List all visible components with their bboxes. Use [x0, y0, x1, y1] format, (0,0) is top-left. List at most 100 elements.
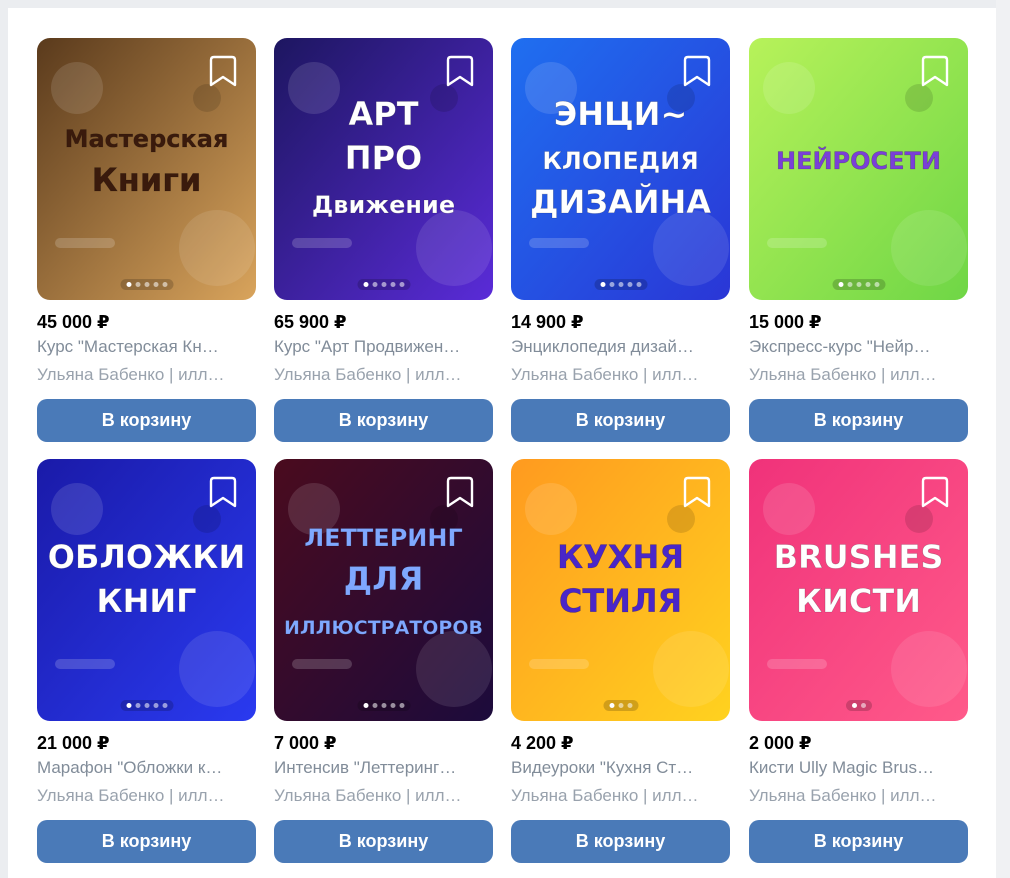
bookmark-icon[interactable]	[920, 475, 950, 509]
product-title[interactable]: Видеуроки "Кухня Ст…	[511, 754, 730, 782]
add-to-cart-button[interactable]: В корзину	[274, 820, 493, 863]
svg-text:ДИЗАЙНА: ДИЗАЙНА	[530, 183, 711, 221]
product-title[interactable]: Курс "Арт Продвижен…	[274, 333, 493, 361]
product-image[interactable]: BRUSHES КИСТИ	[749, 459, 968, 721]
carousel-dot[interactable]	[390, 282, 395, 287]
product-title[interactable]: Интенсив "Леттеринг…	[274, 754, 493, 782]
carousel-dot[interactable]	[874, 282, 879, 287]
product-image[interactable]: АРТ ПРО Движение	[274, 38, 493, 300]
carousel-dot[interactable]	[636, 282, 641, 287]
product-image[interactable]: Мастерская Книги	[37, 38, 256, 300]
carousel-dots[interactable]	[832, 279, 885, 290]
carousel-dot[interactable]	[627, 703, 632, 708]
carousel-dot[interactable]	[390, 703, 395, 708]
carousel-dots[interactable]	[120, 700, 173, 711]
product-seller[interactable]: Ульяна Бабенко | илл…	[274, 361, 493, 389]
product-title[interactable]: Курс "Мастерская Кн…	[37, 333, 256, 361]
carousel-dot[interactable]	[618, 703, 623, 708]
add-to-cart-button[interactable]: В корзину	[274, 399, 493, 442]
carousel-dot[interactable]	[126, 282, 131, 287]
carousel-dots[interactable]	[357, 700, 410, 711]
carousel-dot[interactable]	[144, 703, 149, 708]
bookmark-icon[interactable]	[208, 54, 238, 88]
carousel-dots[interactable]	[845, 700, 872, 711]
product-seller[interactable]: Ульяна Бабенко | илл…	[37, 361, 256, 389]
product-price: 4 200 ₽	[511, 733, 574, 753]
carousel-dot[interactable]	[372, 703, 377, 708]
product-title[interactable]: Экспресс-курс "Нейр…	[749, 333, 968, 361]
product-seller[interactable]: Ульяна Бабенко | илл…	[37, 782, 256, 810]
product-card[interactable]: BRUSHES КИСТИ 2 000 ₽ Кисти Ully Magic Br…	[749, 459, 968, 863]
product-card[interactable]: ОБЛОЖКИ КНИГ 21 000 ₽ Марафон "Обложки к……	[37, 459, 256, 863]
carousel-dot[interactable]	[609, 282, 614, 287]
add-to-cart-button[interactable]: В корзину	[37, 820, 256, 863]
carousel-dot[interactable]	[381, 703, 386, 708]
product-card[interactable]: Мастерская Книги 45 000 ₽ Курс "Мастерска…	[37, 38, 256, 442]
add-to-cart-button[interactable]: В корзину	[511, 820, 730, 863]
product-card[interactable]: АРТ ПРО Движение 65 900 ₽ Курс "Арт Продви…	[274, 38, 493, 442]
carousel-dot[interactable]	[838, 282, 843, 287]
product-card[interactable]: ЭНЦИ~ КЛОПЕДИЯ ДИЗАЙНА 14 900 ₽ Энциклопед…	[511, 38, 730, 442]
carousel-dot[interactable]	[126, 703, 131, 708]
add-to-cart-button[interactable]: В корзину	[511, 399, 730, 442]
bookmark-icon[interactable]	[208, 475, 238, 509]
carousel-dots[interactable]	[594, 279, 647, 290]
carousel-dot[interactable]	[135, 282, 140, 287]
add-to-cart-button[interactable]: В корзину	[749, 820, 968, 863]
svg-text:ЭНЦИ~: ЭНЦИ~	[554, 95, 688, 133]
carousel-dots[interactable]	[603, 700, 638, 711]
carousel-dot[interactable]	[609, 703, 614, 708]
bookmark-icon[interactable]	[682, 475, 712, 509]
carousel-dot[interactable]	[600, 282, 605, 287]
add-to-cart-button[interactable]: В корзину	[37, 399, 256, 442]
product-card[interactable]: КУХНЯ СТИЛЯ 4 200 ₽ Видеуроки "Кухня Ст… …	[511, 459, 730, 863]
product-image[interactable]: ОБЛОЖКИ КНИГ	[37, 459, 256, 721]
carousel-dot[interactable]	[372, 282, 377, 287]
svg-text:КУХНЯ: КУХНЯ	[557, 538, 684, 576]
carousel-dot[interactable]	[618, 282, 623, 287]
bookmark-icon[interactable]	[682, 54, 712, 88]
add-to-cart-button[interactable]: В корзину	[749, 399, 968, 442]
carousel-dot[interactable]	[144, 282, 149, 287]
carousel-dot[interactable]	[162, 282, 167, 287]
svg-text:ОБЛОЖКИ: ОБЛОЖКИ	[48, 538, 245, 576]
product-image[interactable]: НЕЙРОСЕТИ	[749, 38, 968, 300]
carousel-dot[interactable]	[363, 703, 368, 708]
carousel-dot[interactable]	[865, 282, 870, 287]
product-title[interactable]: Энциклопедия дизай…	[511, 333, 730, 361]
carousel-dot[interactable]	[153, 703, 158, 708]
product-title[interactable]: Кисти Ully Magic Brus…	[749, 754, 968, 782]
carousel-dot[interactable]	[847, 282, 852, 287]
product-title[interactable]: Марафон "Обложки к…	[37, 754, 256, 782]
product-seller[interactable]: Ульяна Бабенко | илл…	[274, 782, 493, 810]
carousel-dot[interactable]	[381, 282, 386, 287]
scrollbar[interactable]	[996, 0, 1010, 878]
carousel-dots[interactable]	[120, 279, 173, 290]
product-seller[interactable]: Ульяна Бабенко | илл…	[749, 782, 968, 810]
carousel-dot[interactable]	[363, 282, 368, 287]
product-seller[interactable]: Ульяна Бабенко | илл…	[511, 782, 730, 810]
product-image[interactable]: ЭНЦИ~ КЛОПЕДИЯ ДИЗАЙНА	[511, 38, 730, 300]
bookmark-icon[interactable]	[920, 54, 950, 88]
product-card[interactable]: ЛЕТТЕРИНГ ДЛЯ ИЛЛЮСТРАТОРОВ 7 000 ₽ Интенс…	[274, 459, 493, 863]
product-seller[interactable]: Ульяна Бабенко | илл…	[511, 361, 730, 389]
carousel-dot[interactable]	[153, 282, 158, 287]
carousel-dot[interactable]	[851, 703, 857, 708]
carousel-dot[interactable]	[860, 703, 866, 708]
product-image[interactable]: ЛЕТТЕРИНГ ДЛЯ ИЛЛЮСТРАТОРОВ	[274, 459, 493, 721]
product-price: 14 900 ₽	[511, 312, 584, 332]
carousel-dots[interactable]	[357, 279, 410, 290]
carousel-dot[interactable]	[135, 703, 140, 708]
product-card[interactable]: НЕЙРОСЕТИ 15 000 ₽ Экспресс-курс "Нейр… …	[749, 38, 968, 442]
carousel-dot[interactable]	[162, 703, 167, 708]
carousel-dot[interactable]	[399, 282, 404, 287]
carousel-dot[interactable]	[399, 703, 404, 708]
product-price: 2 000 ₽	[749, 733, 812, 753]
product-image[interactable]: КУХНЯ СТИЛЯ	[511, 459, 730, 721]
bookmark-icon[interactable]	[445, 475, 475, 509]
carousel-dot[interactable]	[856, 282, 861, 287]
bookmark-icon[interactable]	[445, 54, 475, 88]
svg-text:Книги: Книги	[92, 161, 202, 199]
product-seller[interactable]: Ульяна Бабенко | илл…	[749, 361, 968, 389]
carousel-dot[interactable]	[627, 282, 632, 287]
